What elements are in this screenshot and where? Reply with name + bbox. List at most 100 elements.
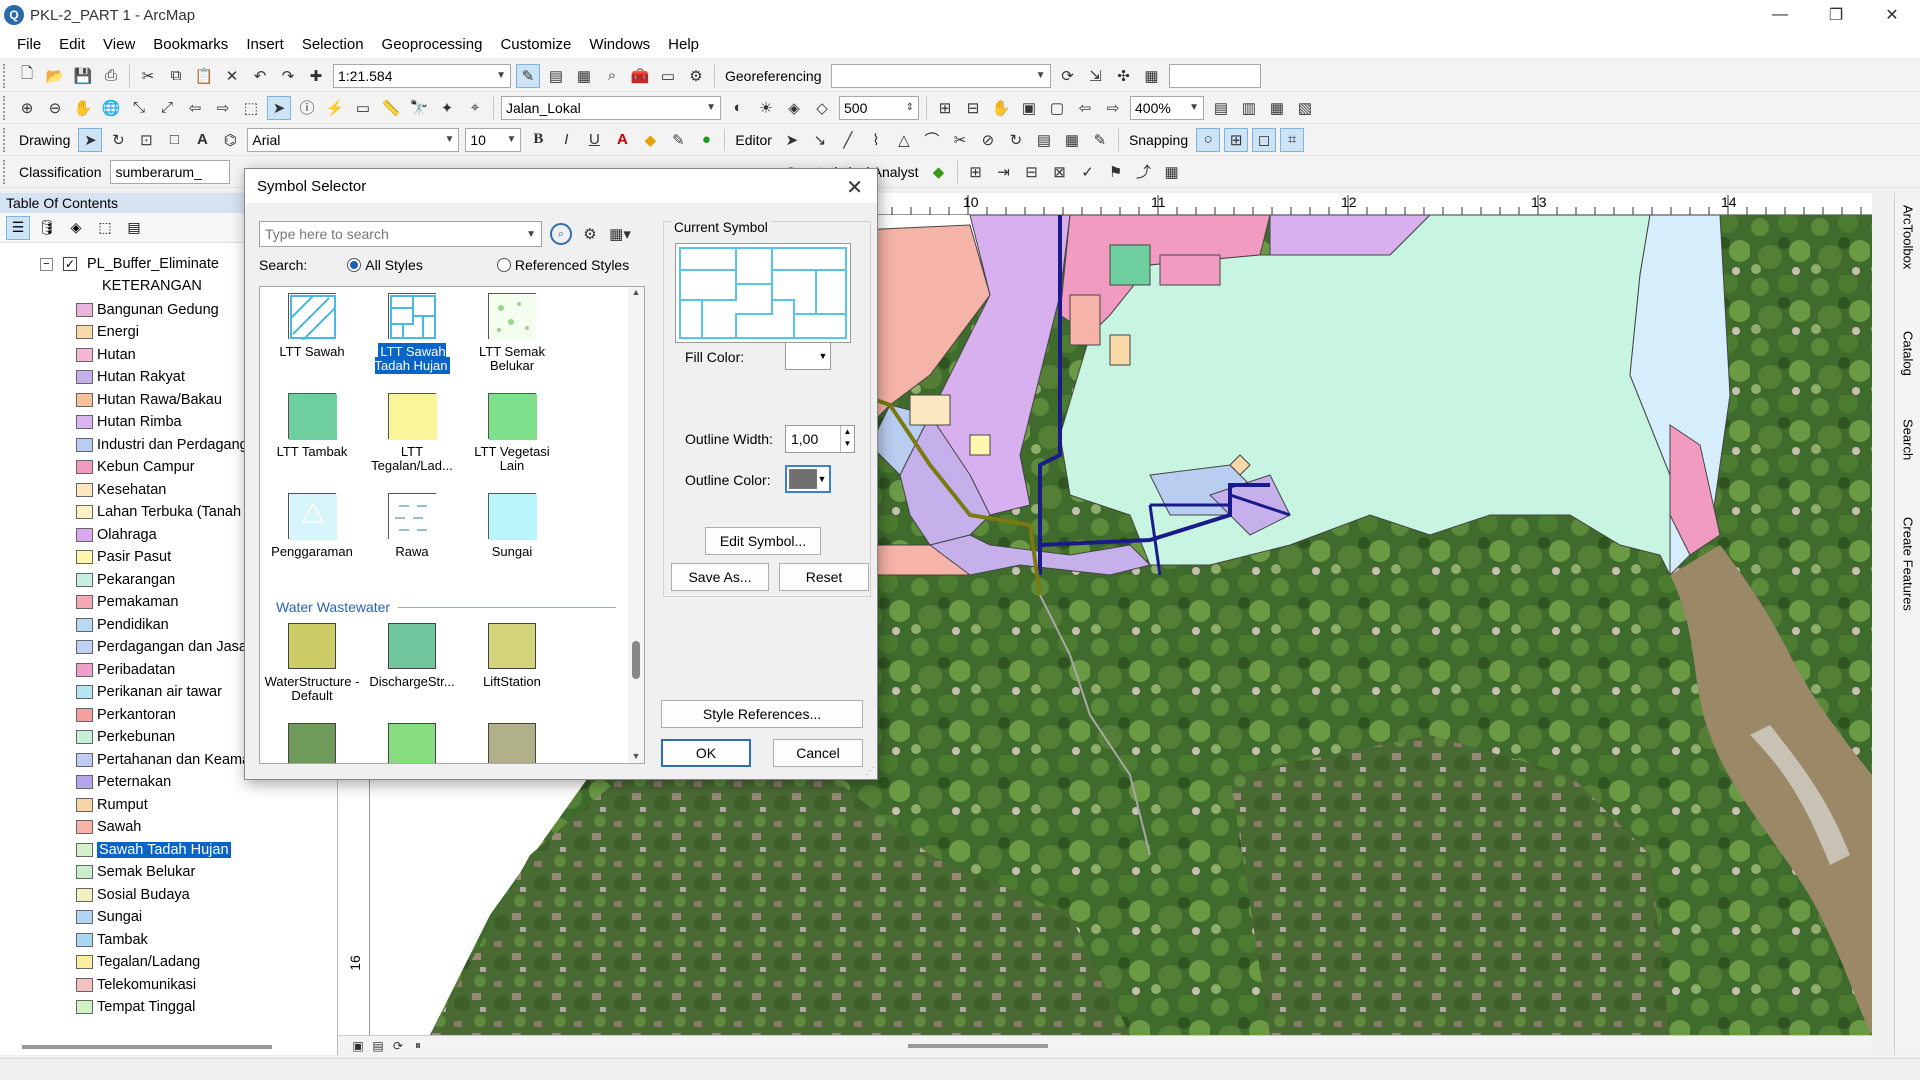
drawing-menu[interactable]: Drawing <box>13 132 76 148</box>
symbol-item[interactable]: LTT Semak Belukar <box>464 293 560 373</box>
python-window-icon[interactable]: ▭ <box>656 64 680 88</box>
undo-icon[interactable]: ↶ <box>248 64 272 88</box>
map-horizontal-scrollbar[interactable] <box>908 1044 1048 1048</box>
contrast-icon[interactable]: ◐ <box>726 96 750 120</box>
chevron-down-icon[interactable]: ▼ <box>526 229 536 240</box>
legend-label[interactable]: Perikanan air tawar <box>97 684 222 700</box>
legend-label[interactable]: Pendidikan <box>97 617 169 633</box>
legend-swatch[interactable] <box>76 887 93 902</box>
menu-windows[interactable]: Windows <box>580 36 659 53</box>
list-by-visibility-icon[interactable]: ◈ <box>64 216 88 240</box>
legend-label[interactable]: Peribadatan <box>97 662 175 678</box>
symbol-item[interactable]: LTT Tambak <box>264 393 360 459</box>
scroll-down-icon[interactable]: ▼ <box>628 751 644 761</box>
layout-forward-icon[interactable]: ⇨ <box>1101 96 1125 120</box>
toolbar-grip[interactable] <box>3 63 8 88</box>
legend-swatch[interactable] <box>76 707 93 722</box>
zoom-selected-icon[interactable]: ⊡ <box>134 128 158 152</box>
zoom-whole-page-icon[interactable]: ▣ <box>1017 96 1041 120</box>
fill-color-icon[interactable]: ◆ <box>638 128 662 152</box>
spinner-icon[interactable]: ▲ ▼ <box>840 426 854 452</box>
legend-swatch[interactable] <box>76 347 93 362</box>
line-color-icon[interactable]: ✎ <box>666 128 690 152</box>
catalog-window-icon[interactable]: ▦ <box>572 64 596 88</box>
edge-snapping-icon[interactable]: ⌗ <box>1280 127 1305 152</box>
menu-selection[interactable]: Selection <box>293 36 373 53</box>
menu-help[interactable]: Help <box>659 36 708 53</box>
reset-button[interactable]: Reset <box>779 563 869 591</box>
menu-edit[interactable]: Edit <box>50 36 94 53</box>
end-snapping-icon[interactable]: ⊞ <box>1224 127 1249 152</box>
legend-swatch[interactable] <box>76 617 93 632</box>
legend-item[interactable]: Sawah Tadah Hujan <box>76 839 231 860</box>
minimize-button[interactable]: — <box>1752 0 1808 30</box>
back-extent-icon[interactable]: ⇦ <box>183 96 207 120</box>
layout-view-icon[interactable]: ▤ <box>370 1038 386 1054</box>
legend-label[interactable]: Tempat Tinggal <box>97 999 195 1015</box>
cancel-button[interactable]: Cancel <box>773 739 863 767</box>
identify-icon[interactable]: ⓘ <box>295 96 319 120</box>
legend-item[interactable]: Sawah <box>76 817 141 838</box>
symbol-label[interactable]: WaterStructure - Default <box>265 674 360 703</box>
model-builder-icon[interactable]: ⚙ <box>684 64 708 88</box>
rotate-icon[interactable]: ⟳ <box>1056 64 1080 88</box>
legend-label[interactable]: Tegalan/Ladang <box>97 954 200 970</box>
symbol-label[interactable]: LTT Semak Belukar <box>479 344 545 373</box>
style-references-button[interactable]: Style References... <box>661 700 863 728</box>
legend-label[interactable]: Telekomunikasi <box>97 977 196 993</box>
find-icon[interactable]: 🔭 <box>407 96 431 120</box>
legend-label[interactable]: Industri dan Perdagangan <box>97 437 264 453</box>
legend-swatch[interactable] <box>76 1000 93 1014</box>
legend-item[interactable]: Hutan Rawa/Bakau <box>76 389 222 410</box>
legend-label[interactable]: Energi <box>97 324 139 340</box>
html-popup-icon[interactable]: ▭ <box>351 96 375 120</box>
classification-menu[interactable]: Classification <box>13 164 107 180</box>
add-control-points-icon[interactable]: ✣ <box>1112 64 1136 88</box>
symbol-swatch[interactable] <box>388 293 437 340</box>
toc-window-icon[interactable]: ▤ <box>544 64 568 88</box>
legend-item[interactable]: Olahraga <box>76 524 157 545</box>
legend-label[interactable]: Bangunan Gedung <box>97 302 219 318</box>
symbol-item[interactable]: WaterStructure - Default <box>264 623 360 703</box>
go-to-xy-icon[interactable]: ⌖ <box>463 96 487 120</box>
close-icon[interactable]: ✕ <box>846 175 863 200</box>
topology-icon[interactable]: ⊞ <box>964 160 988 184</box>
search-options-icon[interactable]: ⚙ <box>578 222 602 246</box>
scroll-up-icon[interactable]: ▲ <box>628 287 644 297</box>
rotate-element-icon[interactable]: ↻ <box>106 128 130 152</box>
edit-annotation-icon[interactable]: ↘ <box>808 128 832 152</box>
layout-zoom-combo[interactable]: 400% ▼ <box>1130 95 1204 120</box>
legend-label[interactable]: Sawah Tadah Hujan <box>97 841 231 858</box>
trace-icon[interactable]: ⌇ <box>864 128 888 152</box>
restore-button[interactable]: ❐ <box>1808 0 1864 30</box>
legend-swatch[interactable] <box>76 685 93 699</box>
toolbar-grip[interactable] <box>3 159 8 184</box>
view-options-icon[interactable]: ▦▾ <box>608 222 632 246</box>
symbol-label[interactable]: LTT Vegetasi Lain <box>474 444 549 473</box>
edit-symbol-button[interactable]: Edit Symbol... <box>705 527 821 555</box>
legend-swatch[interactable] <box>76 550 93 564</box>
symbol-swatch[interactable] <box>488 393 537 440</box>
legend-swatch[interactable] <box>76 797 93 812</box>
list-by-selection-icon[interactable]: ⬚ <box>93 216 117 240</box>
menu-bookmarks[interactable]: Bookmarks <box>144 36 237 53</box>
legend-item[interactable]: Kesehatan <box>76 479 166 500</box>
save-icon[interactable]: 💾 <box>71 64 95 88</box>
classification-layer-combo[interactable]: sumberarum_ <box>110 159 231 184</box>
table-icon[interactable]: ▦ <box>1160 160 1184 184</box>
legend-label[interactable]: Hutan Rawa/Bakau <box>97 392 222 408</box>
symbol-swatch[interactable] <box>288 623 336 669</box>
legend-item[interactable]: Perkebunan <box>76 727 175 748</box>
link-table-icon[interactable]: ▦ <box>1140 64 1164 88</box>
bold-icon[interactable]: B <box>526 128 550 152</box>
add-data-icon[interactable]: ✚ <box>304 64 328 88</box>
legend-swatch[interactable] <box>76 662 93 677</box>
symbol-label[interactable]: LTT Sawah <box>279 344 344 359</box>
arctoolbox-icon[interactable]: 🧰 <box>628 64 652 88</box>
flicker-rate-field[interactable]: 500 ⇕ <box>839 95 919 120</box>
rotate-tool-icon[interactable]: ↻ <box>1004 128 1028 152</box>
symbol-item[interactable] <box>464 723 560 763</box>
catalog-dock-tab[interactable]: Catalog <box>1896 327 1920 405</box>
georeferencing-menu[interactable]: Georeferencing <box>719 68 828 84</box>
symbol-item[interactable]: LTT Vegetasi Lain <box>464 393 560 473</box>
